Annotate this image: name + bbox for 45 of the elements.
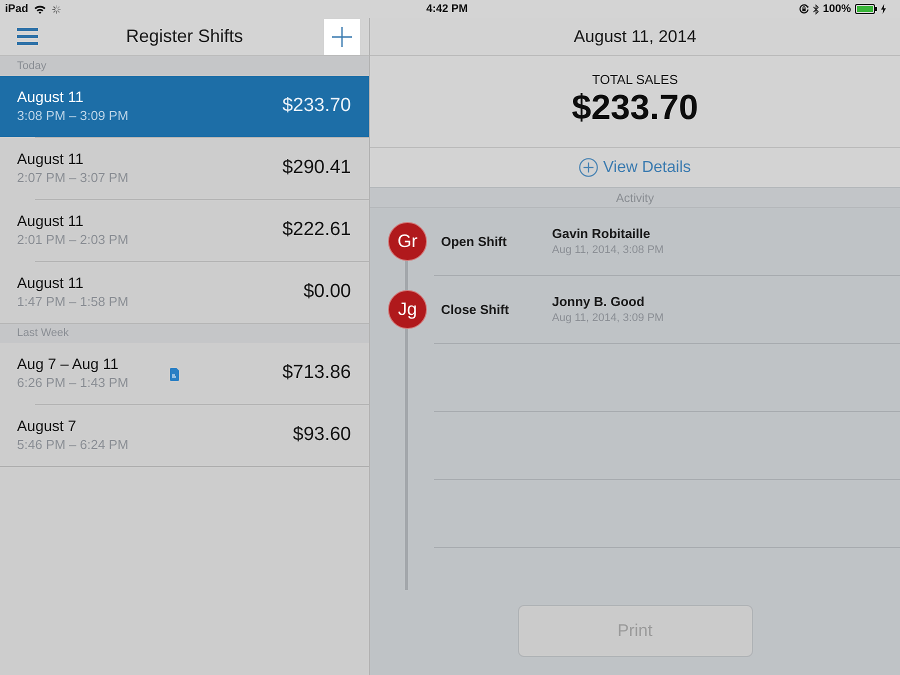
bluetooth-icon: [812, 4, 819, 14]
section-header: Last Week: [0, 323, 369, 343]
shift-time-range: 3:08 PM – 3:09 PM: [17, 107, 130, 124]
panel-title: Register Shifts: [124, 25, 244, 48]
charging-bolt-icon: [881, 4, 886, 14]
shift-date: Aug 7 – Aug 11: [17, 356, 120, 374]
activity-user: Jonny B. Good: [552, 293, 646, 310]
shift-total: $0.00: [303, 280, 351, 304]
clock-time: 4:42 PM: [426, 2, 468, 17]
activity-header: Activity: [370, 187, 900, 208]
battery-icon: [855, 4, 877, 14]
wifi-icon: [34, 4, 46, 14]
shift-total: $290.41: [282, 156, 351, 180]
shift-date: August 11: [17, 89, 84, 107]
activity-user: Gavin Robitaille: [552, 225, 652, 242]
shift-date: August 11: [17, 213, 84, 231]
shift-row[interactable]: August 11 3:08 PM – 3:09 PM $233.70: [0, 76, 369, 137]
device-name: iPad: [5, 2, 28, 17]
shift-time-range: 1:47 PM – 1:58 PM: [17, 293, 130, 310]
activity-action: Close Shift: [441, 300, 510, 319]
avatar-initials: Jg: [388, 290, 427, 329]
activity-action: Open Shift: [441, 232, 508, 251]
shift-date: August 7: [17, 418, 78, 436]
detail-date: August 11, 2014: [574, 26, 696, 48]
total-sales-label: TOTAL SALES: [592, 72, 678, 88]
shift-time-range: 2:01 PM – 2:03 PM: [17, 231, 130, 248]
add-button[interactable]: [324, 18, 360, 54]
shift-time-range: 5:46 PM – 6:24 PM: [17, 436, 130, 453]
shift-total: $93.60: [292, 423, 351, 448]
plus-icon: [332, 26, 352, 46]
rotation-lock-icon: [798, 4, 809, 14]
shift-total: $233.70: [282, 94, 351, 118]
section-header: Today: [0, 56, 369, 76]
loading-spinner-icon: [52, 4, 62, 14]
battery-percentage: 100%: [822, 2, 851, 17]
shift-time-range: 2:07 PM – 3:07 PM: [17, 169, 130, 186]
avatar-initials: Gr: [388, 222, 427, 261]
total-sales-amount: $233.70: [572, 88, 698, 128]
shift-total: $713.86: [282, 361, 351, 386]
shift-date: August 11: [17, 151, 84, 169]
shift-time-range: 6:26 PM – 1:43 PM: [17, 374, 130, 391]
shift-date: August 11: [17, 275, 84, 293]
add-circle-icon: [579, 158, 598, 177]
menu-icon[interactable]: [17, 28, 38, 45]
shift-total: $222.61: [282, 218, 351, 242]
